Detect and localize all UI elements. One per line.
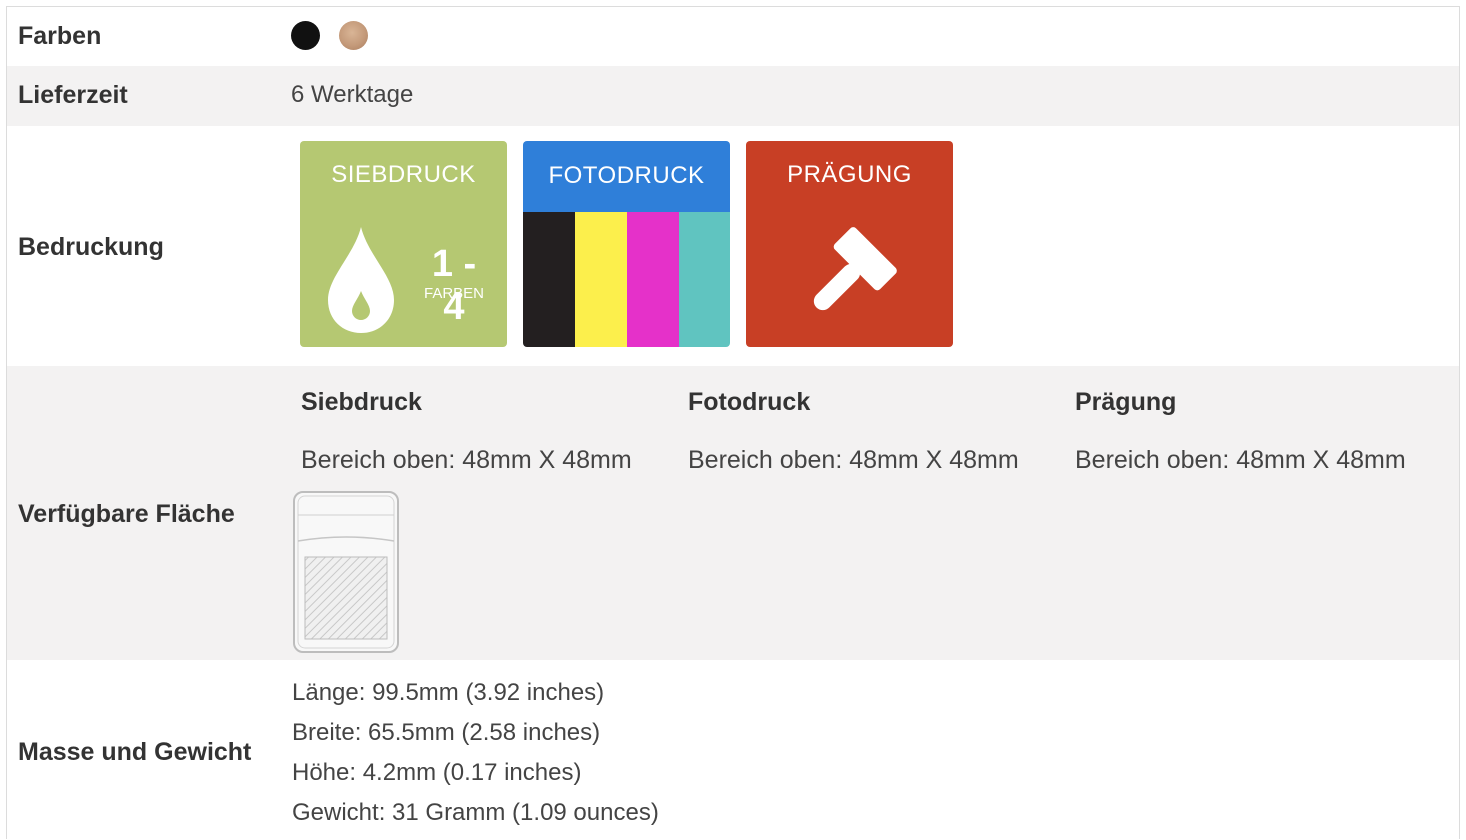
area-heading: Siebdruck bbox=[301, 388, 422, 416]
cmyk-stripe-yellow bbox=[575, 212, 627, 347]
tile-title: PRÄGUNG bbox=[787, 161, 912, 188]
row-bedruckung: Bedruckung bbox=[7, 126, 1459, 366]
tile-title: FOTODRUCK bbox=[548, 162, 705, 189]
area-heading: Prägung bbox=[1075, 388, 1177, 416]
row-label-bedruckung: Bedruckung bbox=[18, 233, 164, 261]
print-method-tile-fotodruck[interactable]: FOTODRUCK bbox=[523, 141, 730, 347]
row-label-flaeche: Verfügbare Fläche bbox=[18, 500, 235, 528]
area-column-siebdruck: Siebdruck Bereich oben: 48mm X 48mm bbox=[301, 388, 632, 474]
area-text: Bereich oben: 48mm X 48mm bbox=[1075, 446, 1406, 474]
row-label-masse: Masse und Gewicht bbox=[18, 738, 252, 766]
tile-title: SIEBDRUCK bbox=[331, 161, 476, 188]
dimension-weight: Gewicht: 31 Gramm (1.09 ounces) bbox=[292, 799, 659, 826]
row-masse-gewicht: Masse und Gewicht bbox=[7, 660, 1459, 840]
dimension-width: Breite: 65.5mm (2.58 inches) bbox=[292, 719, 601, 746]
cmyk-stripe-black bbox=[523, 212, 575, 347]
row-verfuegbare-flaeche: Verfügbare Fläche Siebdruck Bereich oben… bbox=[7, 366, 1459, 660]
color-count-unit: FARBEN bbox=[423, 285, 484, 302]
area-text: Bereich oben: 48mm X 48mm bbox=[301, 446, 632, 474]
cmyk-stripe-magenta bbox=[627, 212, 679, 347]
row-label-farben: Farben bbox=[18, 22, 102, 50]
area-text: Bereich oben: 48mm X 48mm bbox=[688, 446, 1019, 474]
print-area-illustration bbox=[293, 491, 399, 653]
delivery-time-value: 6 Werktage bbox=[291, 81, 414, 108]
color-swatch-gold[interactable] bbox=[339, 21, 368, 50]
dimension-height: Höhe: 4.2mm (0.17 inches) bbox=[292, 759, 582, 786]
cmyk-stripe-cyan bbox=[679, 212, 730, 347]
tile-header: FOTODRUCK bbox=[523, 141, 730, 212]
dimension-length: Länge: 99.5mm (3.92 inches) bbox=[292, 679, 605, 706]
print-method-tile-siebdruck[interactable]: SIEBDRUCK 1 - 4 FARBEN bbox=[300, 141, 507, 347]
ink-drop-icon bbox=[328, 227, 394, 333]
area-column-praegung: Prägung Bereich oben: 48mm X 48mm bbox=[1075, 388, 1406, 474]
row-farben: Farben bbox=[7, 7, 1459, 66]
hammer-icon bbox=[813, 227, 897, 311]
product-spec-table: Farben Lieferzeit 6 Werktage Bedruckung … bbox=[6, 6, 1460, 839]
area-heading: Fotodruck bbox=[688, 388, 811, 416]
row-label-lieferzeit: Lieferzeit bbox=[18, 81, 128, 109]
color-swatch-black[interactable] bbox=[291, 21, 320, 50]
print-method-tile-praegung[interactable]: PRÄGUNG bbox=[746, 141, 953, 347]
row-lieferzeit: Lieferzeit 6 Werktage bbox=[7, 66, 1459, 126]
area-column-fotodruck: Fotodruck Bereich oben: 48mm X 48mm bbox=[688, 388, 1019, 474]
